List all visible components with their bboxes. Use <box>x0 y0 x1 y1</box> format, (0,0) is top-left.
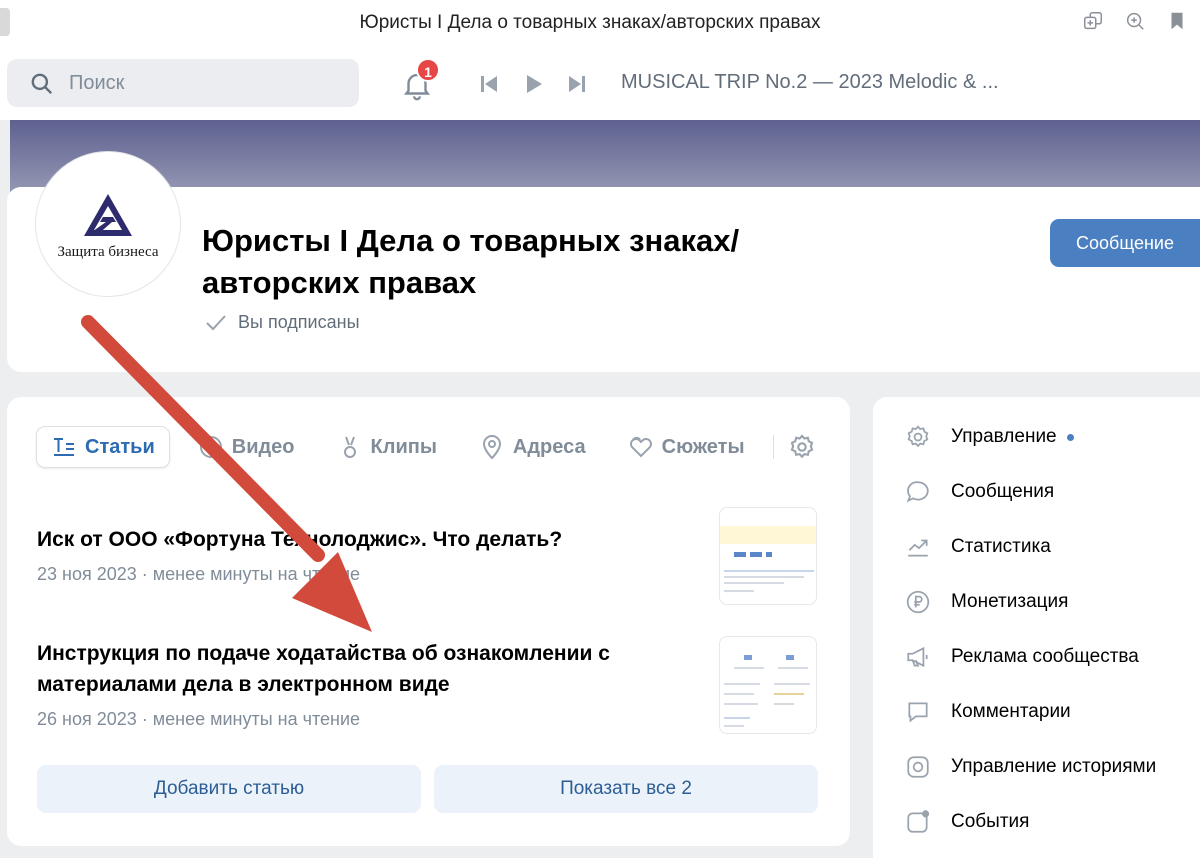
tab-clips-label: Клипы <box>370 435 437 458</box>
tab-stories[interactable]: Сюжеты <box>614 426 759 468</box>
clips-icon <box>343 436 356 458</box>
show-all-articles-button[interactable]: Показать все 2 <box>434 765 818 813</box>
management-sidebar <box>873 397 1200 858</box>
message-bubble-icon <box>906 481 929 503</box>
article-thumbnail-preview <box>720 526 816 592</box>
article-meta: 23 ноя 2023 · менее минуты на чтение <box>37 564 361 584</box>
sidebar-item-statistics[interactable]: Статистика <box>905 534 1051 560</box>
message-button[interactable]: Сообщение <box>1050 219 1200 267</box>
ruble-coin-icon <box>906 590 930 614</box>
sidebar-item-events[interactable]: События <box>905 809 1029 835</box>
checkmark-icon <box>206 315 226 331</box>
avatar-caption: Защита бизнеса <box>57 244 159 260</box>
article-title: Инструкция по подаче ходатайства об озна… <box>37 642 610 696</box>
sidebar-item-label: Управление историями <box>951 756 1157 777</box>
sidebar-item-advertising[interactable]: Реклама сообщества <box>905 644 1139 670</box>
articles-icon <box>54 438 74 456</box>
sidebar-item-label: Сообщения <box>951 481 1055 502</box>
camera-icon <box>907 756 929 778</box>
chart-trend-icon <box>908 539 928 557</box>
tab-addresses[interactable]: Адреса <box>465 426 600 468</box>
article-thumbnail[interactable] <box>719 636 817 734</box>
subscription-status-label: Вы подписаны <box>238 311 360 332</box>
article-thumbnail-preview <box>724 655 810 727</box>
search-placeholder: Поиск <box>69 72 125 94</box>
gear-icon[interactable] <box>788 433 816 461</box>
sidebar-item-messages[interactable]: Сообщения <box>905 479 1054 505</box>
article-item[interactable]: Инструкция по подаче ходатайства об озна… <box>37 638 717 730</box>
tab-video-label: Видео <box>231 435 295 458</box>
location-pin-icon <box>482 435 501 460</box>
window-titlebar: Юристы I Дела о товарных знаках/авторски… <box>0 0 1200 46</box>
comment-icon <box>908 702 928 723</box>
group-avatar[interactable]: Защита бизнеса <box>36 152 180 296</box>
add-article-button[interactable]: Добавить статью <box>37 765 421 813</box>
megaphone-icon <box>907 646 928 668</box>
group-name: Юристы I Дела о товарных знаках/ авторск… <box>202 223 740 300</box>
sidebar-item-monetization[interactable]: Монетизация <box>905 589 1068 615</box>
article-meta: 26 ноя 2023 · менее минуты на чтение <box>37 709 361 729</box>
sidebar-item-label: Комментарии <box>951 701 1071 722</box>
next-track-icon[interactable] <box>565 72 589 96</box>
sidebar-item-label: Монетизация <box>951 591 1069 612</box>
previous-track-icon[interactable] <box>477 72 501 96</box>
zoom-icon[interactable] <box>1124 10 1146 32</box>
now-playing-title[interactable]: MUSICAL TRIP No.2 — 2023 Melodic & ... <box>621 71 999 94</box>
article-thumbnail[interactable] <box>719 507 817 605</box>
notifications-badge: 1 <box>416 58 440 82</box>
tab-clips[interactable]: Клипы <box>323 426 451 468</box>
copy-window-icon[interactable] <box>1082 10 1104 32</box>
window-title: Юристы I Дела о товарных знаках/авторски… <box>359 12 821 33</box>
company-logo-icon <box>84 194 132 236</box>
gear-icon <box>907 425 929 448</box>
tab-stories-label: Сюжеты <box>661 435 745 458</box>
subscription-status[interactable]: Вы подписаны <box>204 310 360 334</box>
sidebar-item-label: Управление <box>951 426 1057 447</box>
calendar-event-icon <box>907 810 930 833</box>
sidebar-item-comments[interactable]: Комментарии <box>905 699 1071 725</box>
sidebar-item-label: Статистика <box>951 536 1051 557</box>
bookmark-icon[interactable] <box>1166 10 1188 32</box>
video-icon <box>199 436 222 458</box>
search-icon <box>31 73 53 95</box>
sidebar-item-label: События <box>951 811 1030 832</box>
sidebar-item-management[interactable]: Управление <box>905 424 1074 450</box>
content-tabs: Статьи Видео Клипы Адреса Сюжеты <box>36 426 816 468</box>
article-item[interactable]: Иск от ООО «Фортуна Технолоджис». Что де… <box>37 524 717 585</box>
window-controls <box>1082 10 1188 32</box>
tab-articles-label: Статьи <box>85 435 155 458</box>
tab-video[interactable]: Видео <box>184 426 309 468</box>
audio-player-controls <box>477 72 589 96</box>
article-title: Иск от ООО «Фортуна Технолоджис». Что де… <box>37 528 563 551</box>
sidebar-item-stories-management[interactable]: Управление историями <box>905 754 1156 780</box>
tabs-divider <box>772 435 774 459</box>
stories-heart-icon <box>629 436 652 458</box>
unread-dot <box>1066 433 1074 441</box>
sidebar-item-label: Реклама сообщества <box>951 646 1139 667</box>
top-navigation-bar: Поиск <box>0 46 1200 120</box>
tab-addresses-label: Адреса <box>512 435 586 458</box>
play-icon[interactable] <box>521 72 545 96</box>
tab-articles[interactable]: Статьи <box>36 426 170 468</box>
search-field[interactable]: Поиск <box>7 59 359 107</box>
